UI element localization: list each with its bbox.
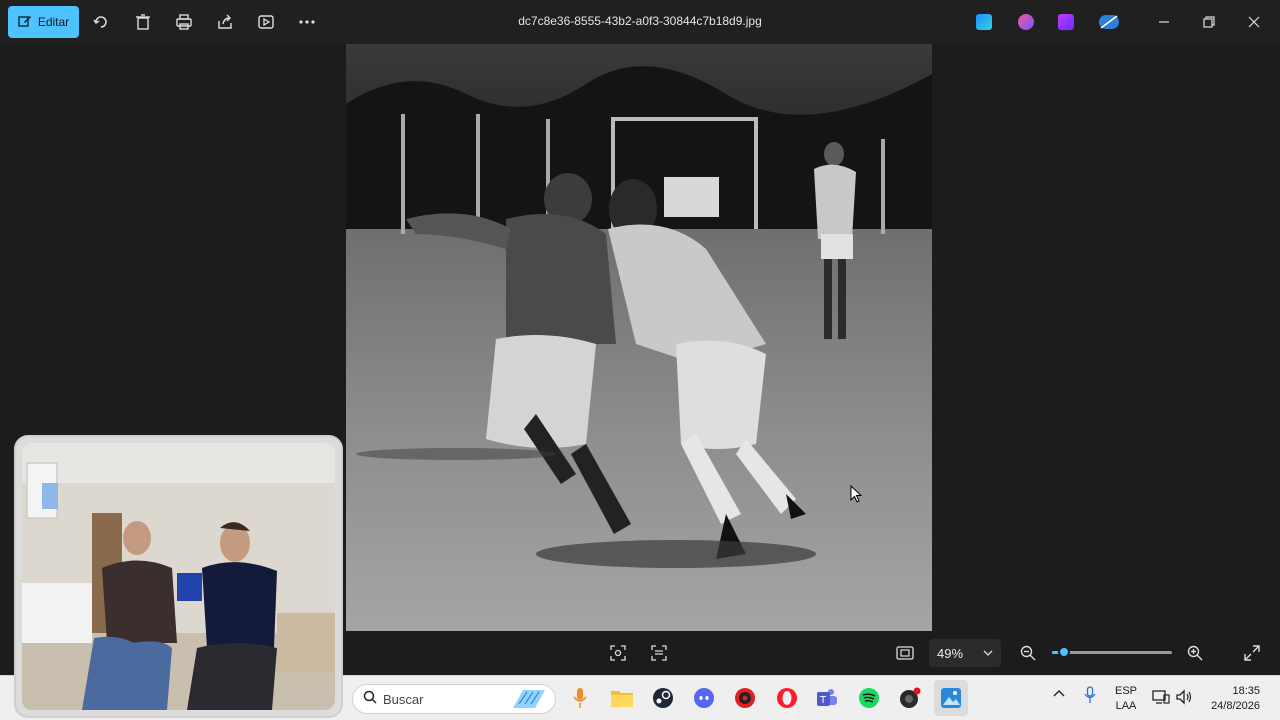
onedrive-icon[interactable] (1099, 15, 1119, 29)
edit-button[interactable]: Editar (8, 6, 79, 38)
close-icon[interactable] (1244, 12, 1264, 32)
edit-icon (18, 14, 32, 31)
webcam-overlay (16, 437, 341, 716)
lang-line1: ESP (1114, 685, 1137, 697)
copilot-icon[interactable] (1018, 14, 1034, 30)
photo-viewer-image[interactable] (346, 44, 932, 631)
clipchamp-icon[interactable] (1058, 14, 1074, 30)
text-scan-icon[interactable] (649, 643, 669, 663)
visual-search-icon[interactable] (608, 643, 628, 663)
volume-icon[interactable] (1175, 689, 1193, 708)
delete-icon[interactable] (133, 12, 153, 32)
zoom-level-value: 49% (937, 645, 964, 661)
full-screen-icon[interactable] (1242, 643, 1262, 663)
more-icon[interactable] (297, 12, 317, 32)
clock-date: 24/8/2026 (1211, 700, 1260, 712)
recorder-icon[interactable] (898, 686, 922, 710)
edit-label: Editar (37, 15, 70, 29)
chevron-down-icon (983, 646, 993, 661)
search-placeholder: Buscar (383, 691, 424, 707)
zoom-out-icon[interactable] (1018, 643, 1038, 663)
zoom-slider-thumb[interactable] (1058, 646, 1070, 658)
photos-icon[interactable] (939, 686, 963, 710)
slideshow-icon[interactable] (256, 12, 276, 32)
network-icon[interactable] (1152, 689, 1170, 708)
game-app-icon[interactable] (733, 686, 757, 710)
designer-icon[interactable] (976, 14, 992, 30)
opera-icon[interactable] (775, 686, 799, 710)
show-hidden-icons-icon[interactable] (1053, 688, 1065, 701)
search-icon (363, 690, 377, 709)
zoom-level-dropdown[interactable]: 49% (929, 639, 1001, 667)
fit-to-window-icon[interactable] (895, 643, 915, 663)
input-language-indicator[interactable]: ESP LAA (1112, 684, 1140, 714)
teams-icon[interactable]: T (815, 686, 839, 710)
taskbar-search-box[interactable]: Buscar (352, 684, 556, 714)
rotate-icon[interactable] (91, 12, 111, 32)
zoom-in-icon[interactable] (1185, 643, 1205, 663)
clock-time: 18:35 (1232, 685, 1260, 697)
microphone-icon[interactable] (568, 686, 592, 710)
search-highlight-icon (509, 688, 549, 715)
minimize-icon[interactable] (1154, 12, 1174, 32)
spotify-icon[interactable] (857, 686, 881, 710)
webcam-video (22, 443, 335, 710)
share-icon[interactable] (215, 12, 235, 32)
mouse-cursor-icon (850, 485, 862, 503)
steam-icon[interactable] (651, 686, 675, 710)
file-name: dc7c8e36-8555-43b2-a0f3-30844c7b18d9.jpg (518, 14, 762, 28)
zoom-slider[interactable] (1052, 646, 1172, 658)
system-clock[interactable]: 18:35 24/8/2026 (1211, 684, 1260, 714)
discord-icon[interactable] (692, 686, 716, 710)
lang-line2: LAA (1115, 700, 1137, 712)
restore-icon[interactable] (1199, 12, 1219, 32)
microphone-tray-icon[interactable] (1084, 686, 1096, 707)
file-explorer-icon[interactable] (610, 686, 634, 710)
print-icon[interactable] (174, 12, 194, 32)
svg-text:T: T (819, 695, 827, 706)
title-bar: Editar dc7c8e36-8555-43b2-a0f3-30844c7b1… (0, 0, 1280, 44)
